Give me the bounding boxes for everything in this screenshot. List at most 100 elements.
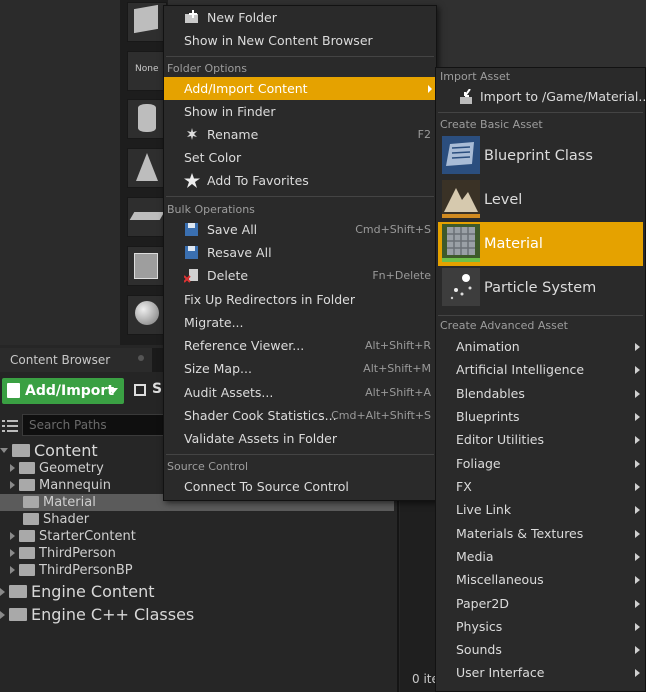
menu-separator [438, 112, 643, 113]
menu-item-show-in-new-content-browser[interactable]: Show in New Content Browser [164, 29, 436, 52]
tree-item-engine-content[interactable]: Engine Content [0, 581, 155, 603]
cone-tile[interactable] [127, 148, 167, 188]
none-tile[interactable]: None [127, 51, 167, 91]
sphere-tile[interactable] [127, 295, 167, 335]
menu-item-live-link[interactable]: Live Link [438, 498, 643, 521]
cube-tile[interactable] [127, 2, 167, 42]
menu-item-label: Resave All [207, 245, 272, 260]
tree-item-startercontent[interactable]: StarterContent [10, 528, 136, 545]
menu-item-blueprints[interactable]: Blueprints [438, 405, 643, 428]
blueprint-class-icon [442, 136, 480, 174]
expand-arrow-icon[interactable] [10, 480, 15, 489]
menu-item-label: Validate Assets in Folder [184, 431, 337, 446]
menu-item-label: Particle System [484, 280, 597, 296]
menu-item-blueprint-class[interactable]: Blueprint Class [438, 134, 643, 178]
submenu-arrow-icon [635, 530, 640, 538]
folder-icon [23, 512, 39, 525]
menu-item-animation[interactable]: Animation [438, 335, 643, 358]
tree-item-shader[interactable]: Shader [10, 511, 89, 528]
menu-item-resave-all[interactable]: Resave All [164, 241, 436, 264]
menu-item-paper2d[interactable]: Paper2D [438, 592, 643, 615]
filter-icon[interactable] [2, 418, 18, 434]
tree-item-label: Geometry [39, 461, 104, 476]
tree-item-content[interactable]: Content [0, 440, 98, 462]
expand-arrow-icon[interactable] [10, 565, 15, 574]
menu-item-material[interactable]: Material [438, 222, 643, 266]
menu-item-label: Audit Assets... [184, 385, 274, 400]
plane-tile[interactable] [127, 197, 167, 237]
menu-item-reference-viewer[interactable]: Reference Viewer... Alt+Shift+R [164, 334, 436, 357]
import-icon [460, 89, 472, 104]
menu-item-label: Blendables [456, 386, 525, 401]
menu-item-rename[interactable]: Rename F2 [164, 123, 436, 146]
tab-close-icon[interactable] [138, 355, 144, 361]
save-icon [185, 223, 198, 236]
menu-item-label: Paper2D [456, 596, 509, 611]
menu-item-shader-cook-statistics[interactable]: Shader Cook Statistics... Cmd+Alt+Shift+… [164, 404, 436, 427]
menu-item-audit-assets[interactable]: Audit Assets... Alt+Shift+A [164, 381, 436, 404]
expand-arrow-icon[interactable] [0, 610, 5, 619]
submenu-arrow-icon [635, 623, 640, 631]
menu-item-miscellaneous[interactable]: Miscellaneous [438, 568, 643, 591]
menu-item-fx[interactable]: FX [438, 475, 643, 498]
expand-arrow-icon[interactable] [0, 448, 8, 453]
folder-icon [19, 478, 35, 491]
menu-item-editor-utilities[interactable]: Editor Utilities [438, 428, 643, 451]
menu-item-foliage[interactable]: Foliage [438, 452, 643, 475]
folder-icon [19, 546, 35, 559]
menu-item-label: Artificial Intelligence [456, 362, 585, 377]
menu-item-connect-to-source-control[interactable]: Connect To Source Control [164, 475, 436, 498]
menu-item-label: Size Map... [184, 361, 252, 376]
menu-item-shortcut: F2 [417, 128, 431, 141]
menu-item-fix-up-redirectors[interactable]: Fix Up Redirectors in Folder [164, 288, 436, 311]
menu-item-import-to-game-material[interactable]: Import to /Game/Material... [438, 85, 646, 109]
tree-item-mannequin[interactable]: Mannequin [10, 477, 111, 494]
menu-item-new-folder[interactable]: New Folder [164, 6, 436, 29]
folder-icon [9, 608, 27, 621]
cylinder-tile[interactable] [127, 99, 167, 139]
box-tile[interactable] [127, 246, 167, 286]
expand-arrow-icon[interactable] [10, 463, 15, 472]
menu-item-shortcut: Alt+Shift+M [363, 362, 431, 375]
tab-content-browser[interactable]: Content Browser [0, 348, 152, 372]
section-title-import-asset: Import Asset [440, 70, 511, 83]
folder-icon [12, 444, 30, 457]
menu-item-save-all[interactable]: Save All Cmd+Shift+S [164, 218, 436, 241]
menu-separator [438, 315, 643, 316]
menu-item-delete[interactable]: Delete Fn+Delete [164, 264, 436, 287]
add-import-button[interactable]: Add/Import [2, 378, 124, 404]
tree-item-thirdperson[interactable]: ThirdPerson [10, 545, 116, 562]
cube-icon [134, 4, 158, 34]
tree-item-label: ThirdPerson [39, 546, 116, 561]
menu-item-particle-system[interactable]: Particle System [438, 266, 643, 310]
tree-item-thirdpersonbp[interactable]: ThirdPersonBP [10, 562, 133, 579]
tree-item-geometry[interactable]: Geometry [10, 460, 104, 477]
menu-item-set-color[interactable]: Set Color [164, 146, 436, 169]
expand-arrow-icon[interactable] [10, 548, 15, 557]
menu-item-media[interactable]: Media [438, 545, 643, 568]
menu-item-physics[interactable]: Physics [438, 615, 643, 638]
expand-arrow-icon[interactable] [0, 587, 5, 596]
save-all-button[interactable]: S [132, 381, 162, 401]
expand-arrow-icon[interactable] [10, 531, 15, 540]
menu-item-show-in-finder[interactable]: Show in Finder [164, 100, 436, 123]
menu-item-blendables[interactable]: Blendables [438, 382, 643, 405]
menu-item-artificial-intelligence[interactable]: Artificial Intelligence [438, 358, 643, 381]
menu-item-add-to-favorites[interactable]: Add To Favorites [164, 169, 436, 192]
menu-item-add-import-content[interactable]: Add/Import Content [164, 77, 436, 100]
search-paths-input[interactable]: Search Paths [22, 414, 164, 436]
submenu-arrow-icon [635, 669, 640, 677]
menu-item-user-interface[interactable]: User Interface [438, 661, 643, 684]
menu-item-materials-textures[interactable]: Materials & Textures [438, 522, 643, 545]
tree-item-engine-cpp-classes[interactable]: Engine C++ Classes [0, 604, 194, 626]
tree-item-label: Content [34, 441, 98, 460]
save-icon [134, 384, 146, 396]
menu-item-level[interactable]: Level [438, 178, 643, 222]
submenu-arrow-icon [635, 600, 640, 608]
menu-item-sounds[interactable]: Sounds [438, 638, 643, 661]
menu-item-label: Rename [207, 127, 259, 142]
menu-item-migrate[interactable]: Migrate... [164, 311, 436, 334]
menu-item-size-map[interactable]: Size Map... Alt+Shift+M [164, 357, 436, 380]
menu-item-validate-assets[interactable]: Validate Assets in Folder [164, 427, 436, 450]
tree-item-material[interactable]: Material [10, 494, 96, 511]
